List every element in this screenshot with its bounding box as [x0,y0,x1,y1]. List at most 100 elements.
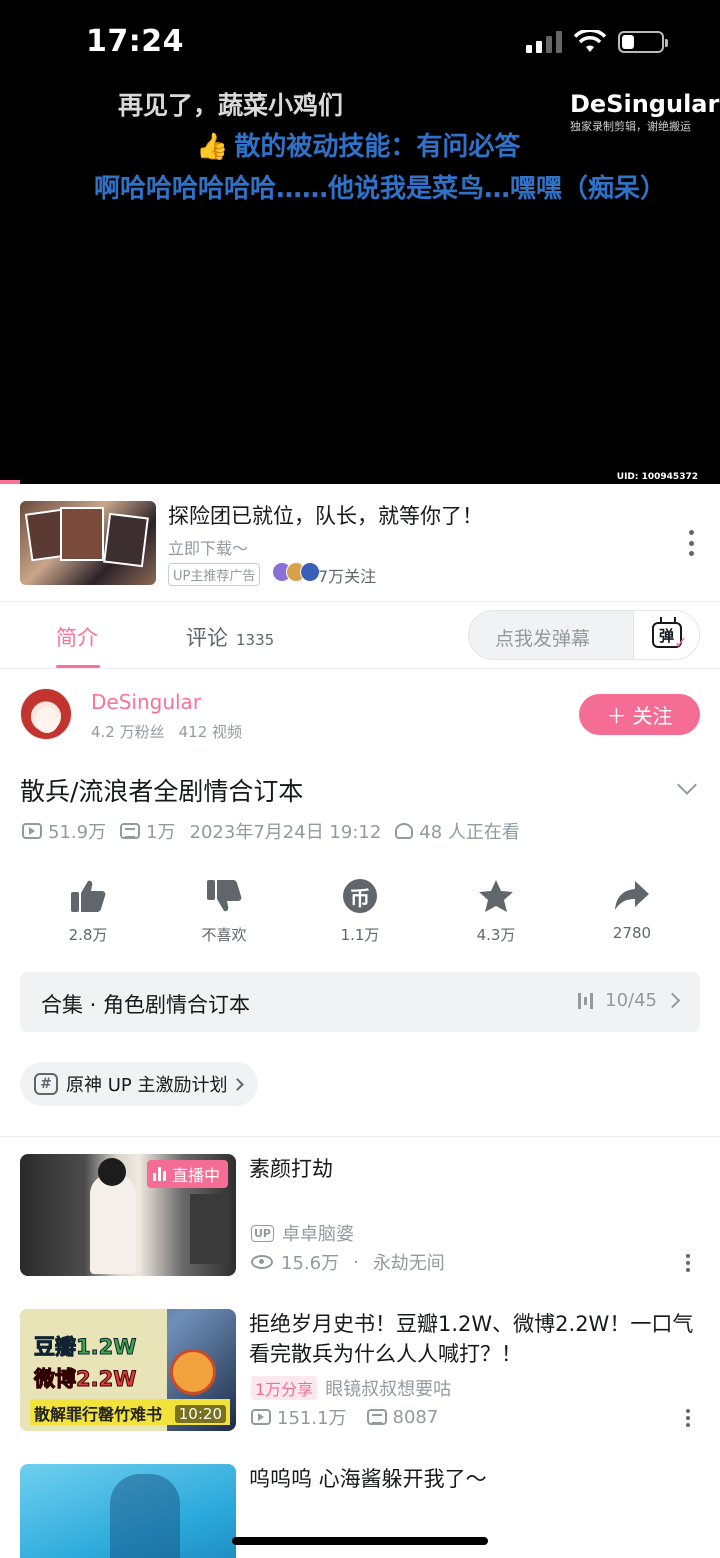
chevron-right-icon [664,992,681,1009]
ad-tag: UP主推荐广告 [168,563,261,586]
follow-button[interactable]: ＋关注 [579,694,700,735]
tab-intro[interactable]: 简介 [56,622,98,652]
video-uploader: 1万分享 眼镜叔叔想要咕 [251,1375,451,1401]
status-icons [526,30,668,54]
publish-date: 2023年7月24日 19:12 [189,822,382,843]
tab-comments[interactable]: 评论 1335 [186,622,274,652]
play-count-icon [251,1409,271,1425]
danmaku-icon: 弹 ✓ [651,617,688,652]
eye-icon [251,1255,273,1269]
tab-bar: 简介 评论 1335 点我发弹幕 弹 ✓ [0,602,720,669]
thumbs-down-icon [204,876,244,916]
danmaku-placeholder: 点我发弹幕 [495,628,591,650]
avatar [300,562,320,582]
recommended-video[interactable]: 直播中 素颜打劫 UP 卓卓脑婆 15.6万 · 永劫无间 [0,1154,720,1309]
danmaku-input[interactable]: 点我发弹幕 弹 ✓ [468,610,700,660]
danmaku-count-icon [366,1409,387,1425]
like-button[interactable]: 2.8万 [20,876,156,945]
video-title: 散兵/流浪者全剧情合订本 [20,777,304,806]
thumb-text-2: 微博2.2W [33,1367,137,1392]
uid-label: UID: 100945372 [616,472,698,482]
danmaku-toggle-button[interactable]: 弹 ✓ [633,611,699,659]
ad-title[interactable]: 探险团已就位，队长，就等你了！ [168,500,483,530]
like-count: 2.8万 [68,926,108,944]
tab-comments-label: 评论 [186,626,228,650]
ad-subtitle[interactable]: 立即下载～ [168,535,248,559]
tab-underline [56,665,100,668]
danmaku-count: 1万 [146,822,176,843]
chevron-right-icon [231,1077,245,1091]
watermark-subtitle: 独家录制剪辑，谢绝搬运 [570,120,691,133]
video-title[interactable]: 拒绝岁月史书！豆瓣1.2W、微博2.2W！一口气看完散兵为什么人人喊打？！ [249,1309,694,1369]
ad-thumbnail[interactable] [20,501,156,585]
action-bar: 2.8万 不喜欢 币 1.1万 4.3万 2780 [20,876,700,945]
danmaku-icon-char: 弹 [658,626,674,645]
subtitle-line-1: 再见了，蔬菜小鸡们 [118,91,344,120]
collection-title: 合集 · 角色剧情合订本 [41,993,251,1017]
live-badge: 直播中 [146,1160,228,1188]
view-count: 51.9万 [48,822,107,843]
video-title[interactable]: 呜呜呜 心海酱躲开我了～ [249,1464,694,1494]
ad-followers: 7万关注 [318,567,377,586]
share-button[interactable]: 2780 [564,876,700,945]
up-icon: UP [251,1224,274,1242]
video-thumbnail[interactable] [20,1464,236,1558]
more-icon[interactable] [686,1409,690,1427]
uploader-name[interactable]: DeSingular [91,690,201,714]
recommended-video[interactable]: 豆瓣1.2W 微博2.2W 散解罪行罄竹难书 10:20 拒绝岁月史书！豆瓣1.… [0,1309,720,1464]
video-stats: 151.1万 8087 [251,1404,438,1430]
thumb-text-1: 豆瓣1.2W [33,1335,137,1360]
video-duration: 10:20 [174,1405,226,1423]
chevron-down-icon[interactable] [677,775,697,795]
uploader-stats: 4.2 万粉丝 412 视频 [91,721,256,742]
share-icon [612,876,652,916]
thumbs-up-icon [68,876,108,916]
share-tag: 1万分享 [251,1376,318,1400]
thumbs-up-icon: 👍 [196,132,229,162]
video-title[interactable]: 素颜打劫 [249,1154,694,1184]
more-icon[interactable] [686,1254,690,1272]
share-count: 2780 [612,924,652,942]
topic-label: 原神 UP 主激励计划 [66,1075,228,1096]
ad-avatars [272,562,320,582]
danmaku-count-icon [120,823,141,839]
collection-progress: 10/45 [578,990,681,1011]
divider [0,1136,720,1137]
subtitle-line-2: 👍 散的被动技能：有问必答 [196,126,520,163]
favorite-count: 4.3万 [476,926,516,944]
uploader-avatar[interactable] [20,688,72,740]
video-thumbnail[interactable]: 豆瓣1.2W 微博2.2W 散解罪行罄竹难书 10:20 [20,1309,236,1431]
collection-progress-text: 10/45 [605,990,657,1011]
uploader-fans: 4.2 万粉丝 [91,723,165,741]
topic-chip[interactable]: # 原神 UP 主激励计划 [20,1062,259,1106]
wifi-icon [574,30,606,52]
video-meta: 51.9万 1万 2023年7月24日 19:12 48 人正在看 [22,818,520,844]
star-icon [476,876,516,916]
coin-icon: 币 [340,876,380,916]
subtitle-line-3: 啊哈哈哈哈哈哈……他说我是菜鸟…嘿嘿（痴呆） [94,174,667,204]
watermark-name: DeSingular [570,90,720,118]
live-area: 永劫无间 [372,1253,445,1274]
hashtag-icon: # [34,1073,58,1095]
play-count-icon [22,823,42,839]
uploader-videos: 412 视频 [178,723,243,741]
video-player[interactable]: 17:24 再见了，蔬菜小鸡们 👍 散的被动技能：有问必答 啊哈哈哈哈哈哈……他说… [0,0,720,484]
watching-count: 48 人正在看 [419,822,520,843]
status-time: 17:24 [86,24,184,59]
coin-count: 1.1万 [340,926,380,944]
dislike-button[interactable]: 不喜欢 [156,876,292,945]
live-icon [152,1167,166,1181]
view-count: 151.1万 [277,1408,347,1429]
video-stats: 15.6万 · 永劫无间 [251,1249,445,1275]
favorite-button[interactable]: 4.3万 [428,876,564,945]
collection-card[interactable]: 合集 · 角色剧情合订本 10/45 [20,972,700,1032]
subtitle-line-2-text: 散的被动技能：有问必答 [234,132,521,162]
plus-icon: ＋ [606,704,627,728]
more-icon[interactable] [688,530,694,556]
video-thumbnail[interactable]: 直播中 [20,1154,236,1276]
video-uploader: UP 卓卓脑婆 [251,1220,354,1246]
follow-label: 关注 [632,704,673,728]
home-indicator[interactable] [232,1537,488,1545]
battery-icon [618,31,668,53]
coin-button[interactable]: 币 1.1万 [292,876,428,945]
